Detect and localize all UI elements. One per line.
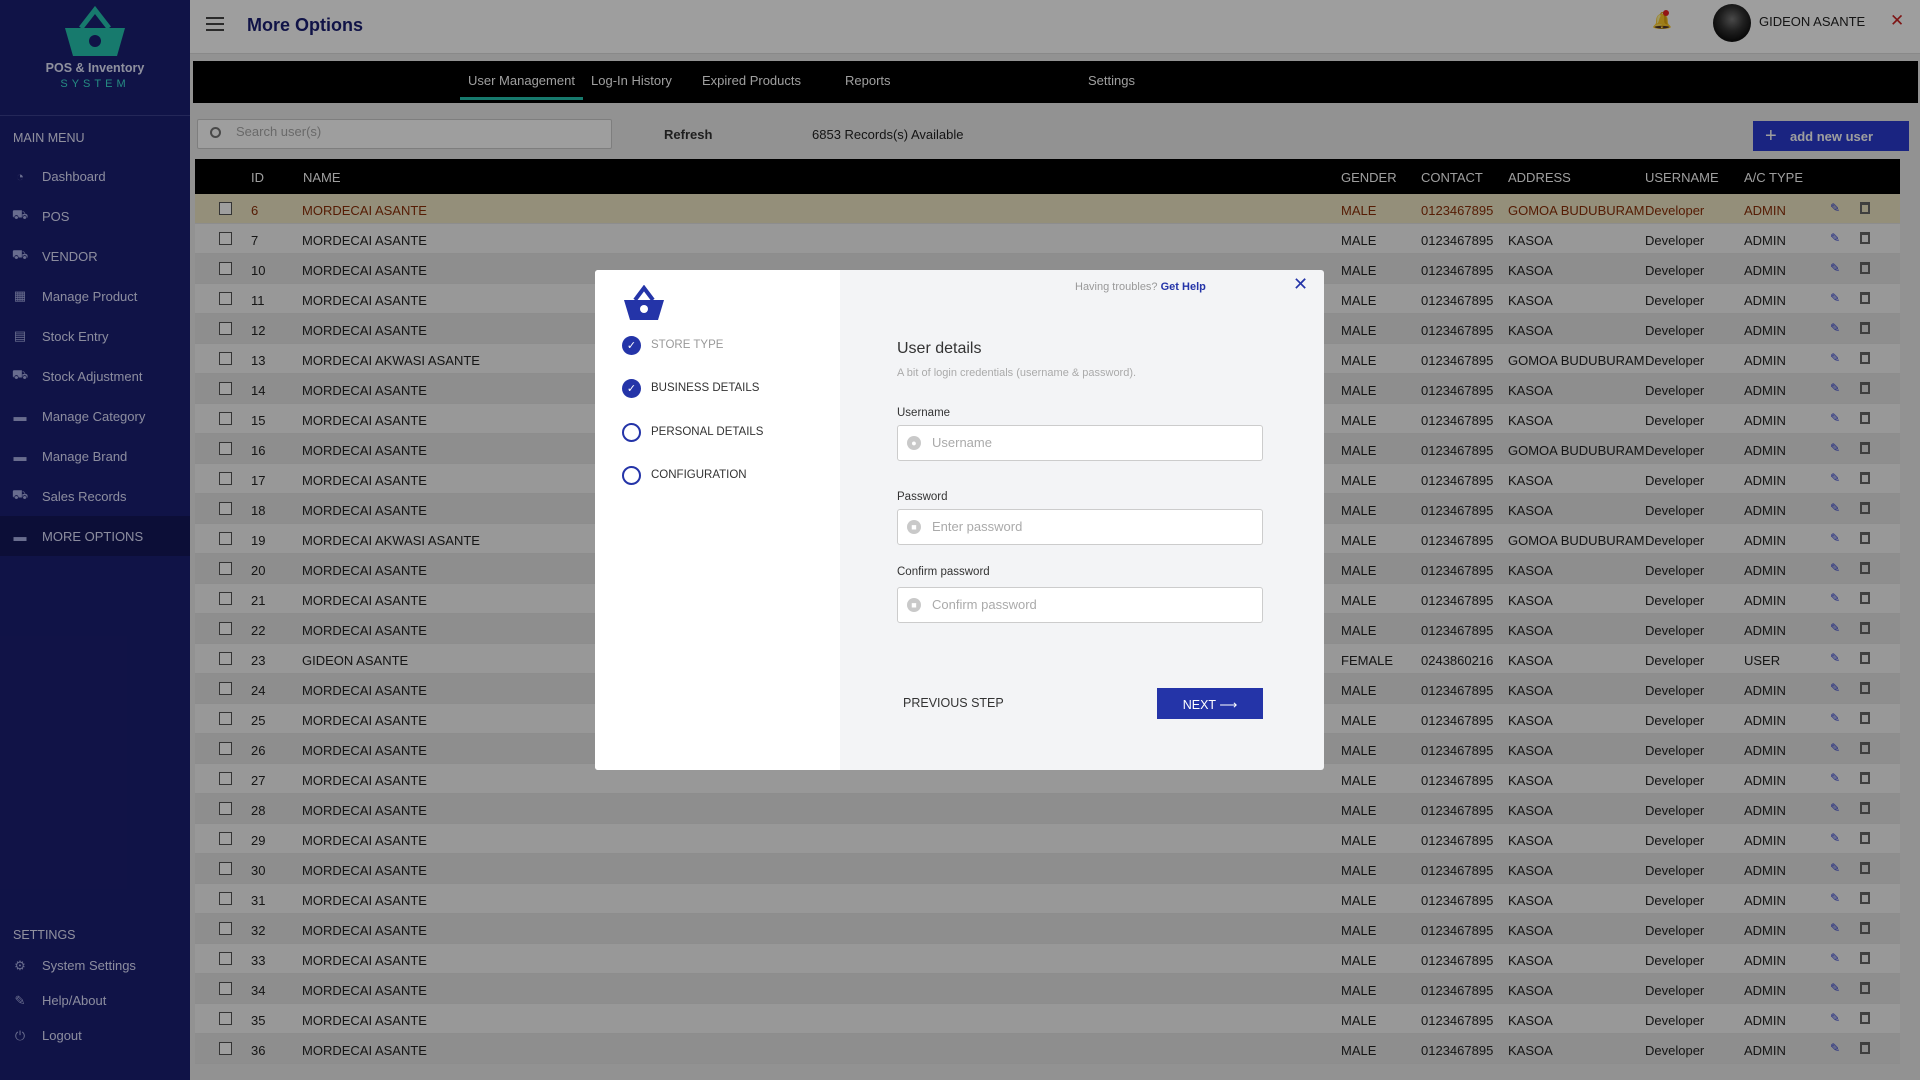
confirm-password-field[interactable]: ■ (897, 587, 1263, 623)
trouble-text: Having troubles? Get Help (1075, 281, 1206, 293)
lock-icon: ■ (907, 598, 921, 612)
get-help-link[interactable]: Get Help (1161, 281, 1206, 293)
username-input[interactable] (932, 435, 1252, 450)
username-label: Username (897, 407, 951, 419)
modal-close-icon[interactable]: ✕ (1293, 274, 1308, 295)
password-field[interactable]: ■ (897, 509, 1263, 545)
password-label: Password (897, 491, 948, 503)
step-label: STORE TYPE (651, 339, 724, 351)
username-field[interactable]: ● (897, 425, 1263, 461)
wizard-form-panel: Having troubles? Get Help ✕ User details… (840, 270, 1324, 770)
circle-icon (622, 465, 641, 485)
step-configuration: CONFIGURATION (622, 464, 747, 486)
user-icon: ● (907, 436, 921, 450)
next-button[interactable]: NEXT ⟶ (1157, 688, 1263, 719)
step-label: BUSINESS DETAILS (651, 382, 760, 394)
step-personal-details: PERSONAL DETAILS (622, 421, 763, 443)
previous-step-button[interactable]: PREVIOUS STEP (903, 696, 1004, 710)
confirm-password-label: Confirm password (897, 566, 990, 578)
circle-icon (622, 422, 641, 442)
trouble-label: Having troubles? (1075, 281, 1158, 293)
step-label: PERSONAL DETAILS (651, 426, 764, 438)
step-business-details: ✓ BUSINESS DETAILS (622, 377, 759, 399)
check-icon: ✓ (622, 378, 641, 398)
password-input[interactable] (932, 519, 1252, 534)
confirm-password-input[interactable] (932, 597, 1252, 612)
lock-icon: ■ (907, 520, 921, 534)
basket-icon (624, 285, 664, 320)
wizard-steps-panel: ✓ STORE TYPE ✓ BUSINESS DETAILS PERSONAL D… (595, 270, 840, 770)
form-subtitle: A bit of login credentials (username & p… (897, 367, 1137, 379)
step-label: CONFIGURATION (651, 469, 747, 481)
step-store-type: ✓ STORE TYPE (622, 334, 723, 356)
check-icon: ✓ (622, 335, 641, 355)
form-title: User details (897, 340, 982, 357)
user-wizard-modal: ✓ STORE TYPE ✓ BUSINESS DETAILS PERSONAL D… (595, 270, 1324, 770)
